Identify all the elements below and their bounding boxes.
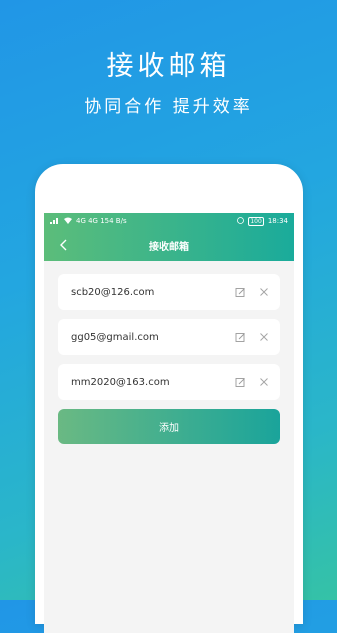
battery-icon: 100	[248, 216, 264, 226]
signal-icon	[50, 217, 60, 226]
email-address: gg05@gmail.com	[71, 331, 159, 343]
back-button[interactable]	[54, 236, 72, 254]
status-left: 4G 4G 154 B/s	[50, 217, 127, 226]
email-card[interactable]: scb20@126.com	[58, 274, 280, 310]
email-card[interactable]: gg05@gmail.com	[58, 319, 280, 355]
promo-subtitle: 协同合作 提升效率	[84, 97, 253, 117]
edit-icon[interactable]	[234, 331, 246, 343]
back-arrow-icon	[59, 236, 67, 255]
close-icon[interactable]	[258, 331, 270, 343]
phone-frame: 4G 4G 154 B/s 100 18:34 接收邮箱 scb20@126.c…	[35, 164, 303, 633]
status-time: 18:34	[267, 217, 288, 225]
close-icon[interactable]	[258, 376, 270, 388]
nav-bar: 接收邮箱	[44, 229, 294, 261]
edit-icon[interactable]	[234, 376, 246, 388]
email-address: scb20@126.com	[71, 286, 155, 298]
status-bar: 4G 4G 154 B/s 100 18:34	[44, 213, 294, 229]
alarm-icon	[237, 216, 245, 226]
close-icon[interactable]	[258, 286, 270, 298]
app-screen: 4G 4G 154 B/s 100 18:34 接收邮箱 scb20@126.c…	[44, 213, 294, 633]
edit-icon[interactable]	[234, 286, 246, 298]
wifi-icon	[64, 217, 72, 226]
add-button[interactable]: 添加	[58, 409, 280, 444]
email-card[interactable]: mm2020@163.com	[58, 364, 280, 400]
email-list: scb20@126.com gg05@gmail.com mm2020@163.…	[44, 261, 294, 400]
nav-title: 接收邮箱	[149, 241, 189, 253]
status-right: 100 18:34	[237, 216, 288, 226]
status-left-text: 4G 4G 154 B/s	[76, 217, 127, 225]
email-address: mm2020@163.com	[71, 376, 170, 388]
promo-title: 接收邮箱	[106, 51, 231, 82]
